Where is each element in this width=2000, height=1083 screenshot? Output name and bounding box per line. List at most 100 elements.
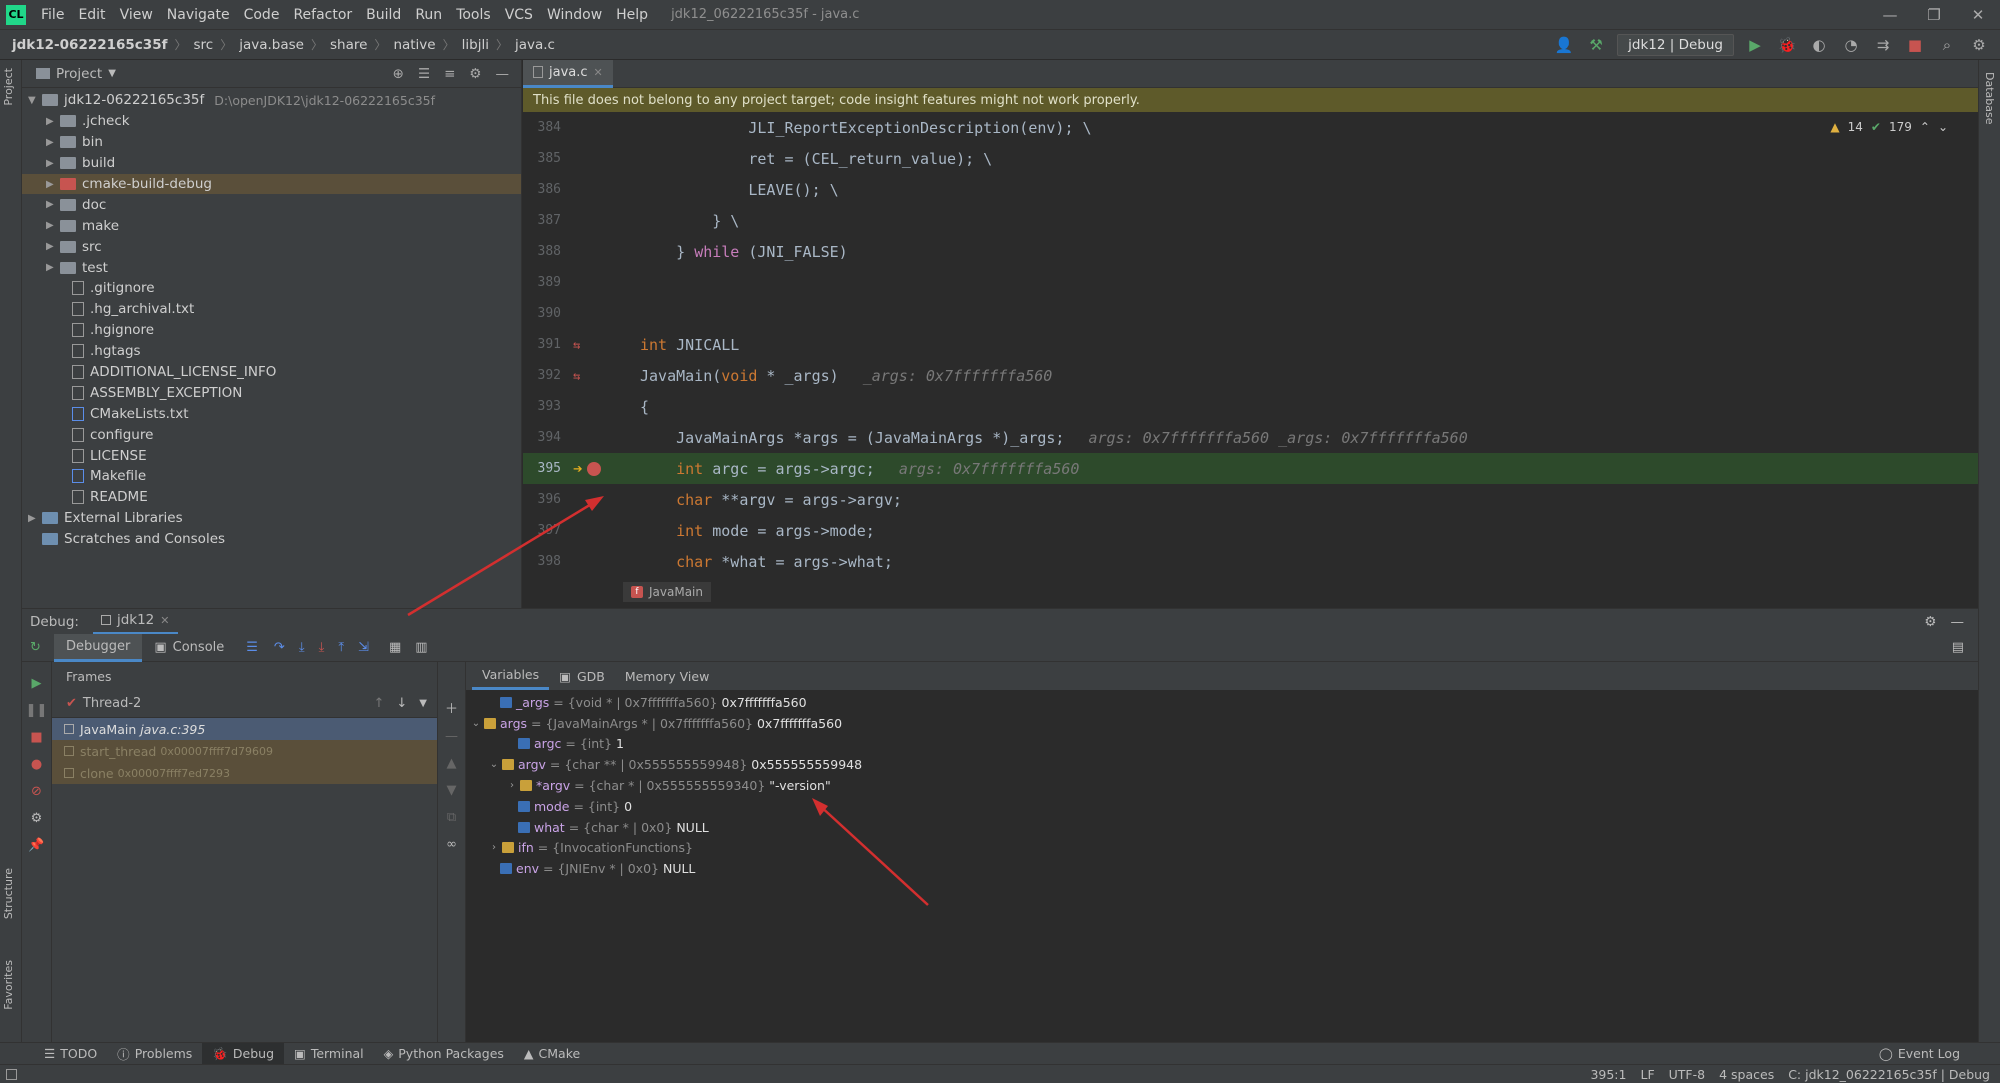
tool-todo[interactable]: ☰ TODO [34,1043,107,1065]
override-gutter-icon[interactable]: ⇆ [573,369,580,383]
chevron-down-icon[interactable]: ▼ [28,95,42,106]
variable-row[interactable]: env = {JNIEnv * | 0x0} NULL [466,858,1978,879]
step-over-icon[interactable]: ↷ [274,640,285,655]
tree-root[interactable]: ▼ jdk12-06222165c35f D:\openJDK12\jdk12-… [22,90,521,111]
close-tab-icon[interactable]: ✕ [160,614,169,627]
file-encoding[interactable]: UTF-8 [1669,1067,1705,1082]
chevron-right-icon[interactable]: › [504,780,520,791]
breadcrumb-native[interactable]: native [391,37,437,53]
menu-vcs[interactable]: VCS [498,7,540,23]
frame-row[interactable]: clone 0x00007ffff7ed7293 [52,762,437,784]
tree-item[interactable]: CMakeLists.txt [22,403,521,424]
status-icon[interactable] [6,1068,17,1080]
tool-python-packages[interactable]: ◈ Python Packages [374,1043,514,1065]
collapse-all-icon[interactable]: ≡ [444,66,455,82]
chevron-right-icon[interactable]: ▶ [28,513,42,524]
run-icon[interactable]: ▶ [1744,34,1766,56]
event-log[interactable]: ◯ Event Log [1869,1043,1970,1065]
tool-tab-database[interactable]: Database [1983,72,1996,125]
chevron-right-icon[interactable]: ▶ [46,137,60,148]
tab-gdb[interactable]: ▣ GDB [549,662,615,690]
chevron-right-icon[interactable]: › [486,842,502,853]
chevron-right-icon[interactable]: ▶ [46,158,60,169]
view-breakpoints-icon[interactable]: ● [31,757,42,772]
remove-watch-icon[interactable]: — [445,729,458,744]
layout-icon[interactable]: ▥ [415,640,427,655]
tool-debug[interactable]: 🐞 Debug [202,1042,284,1065]
show-watches-icon[interactable]: ∞ [446,837,457,852]
search-icon[interactable]: ⌕ [1936,34,1958,56]
debug-icon[interactable]: 🐞 [1776,34,1798,56]
tree-item[interactable]: ADDITIONAL_LICENSE_INFO [22,362,521,383]
tree-item[interactable]: ▶ make [22,215,521,236]
chevron-right-icon[interactable]: ▶ [46,262,60,273]
tab-variables[interactable]: Variables [472,662,550,690]
frame-up-icon[interactable]: ↑ [373,696,384,711]
tree-item[interactable]: ▶ src [22,236,521,257]
tree-item-scratches[interactable]: Scratches and Consoles [22,529,521,550]
frame-row[interactable]: JavaMain java.c:395 [52,718,437,740]
tool-terminal[interactable]: ▣ Terminal [284,1043,374,1065]
indent-setting[interactable]: 4 spaces [1719,1067,1774,1082]
coverage-icon[interactable]: ◐ [1808,34,1830,56]
variable-row[interactable]: mode = {int} 0 [466,796,1978,817]
tool-tab-structure[interactable]: Structure [2,868,15,919]
restore-layout-icon[interactable]: ▤ [1952,640,1964,655]
tree-item[interactable]: ▶ test [22,257,521,278]
gear-icon[interactable]: ⚙ [1924,614,1936,630]
copy-icon[interactable]: ⧉ [447,810,456,825]
chevron-down-icon[interactable]: ⌄ [486,759,502,770]
stop-icon[interactable]: ■ [1904,34,1926,56]
variable-row[interactable]: argc = {int} 1 [466,734,1978,755]
debug-session-tab[interactable]: jdk12 ✕ [92,609,178,635]
menu-view[interactable]: View [113,7,160,23]
breadcrumb-project[interactable]: jdk12-06222165c35f [0,37,169,53]
stop-icon[interactable]: ■ [30,730,42,745]
breadcrumb-java-c[interactable]: java.c [513,37,557,53]
tree-item[interactable]: ASSEMBLY_EXCEPTION [22,382,521,403]
force-step-into-icon[interactable]: ⤓ [319,640,325,655]
tool-tab-project[interactable]: Project [2,68,15,106]
tree-item[interactable]: .hg_archival.txt [22,299,521,320]
tree-item-external-libraries[interactable]: ▶ External Libraries [22,508,521,529]
breadcrumb-libjli[interactable]: libjli [460,37,491,53]
tree-item[interactable]: .hgtags [22,341,521,362]
gear-icon[interactable]: ⚙ [469,66,481,82]
settings-gear-icon[interactable]: ⚙ [1968,34,1990,56]
frame-down-icon[interactable]: ↓ [396,696,407,711]
tab-console[interactable]: ▣ Console [142,634,236,662]
resolve-context[interactable]: C: jdk12_06222165c35f | Debug [1788,1067,1990,1082]
chevron-right-icon[interactable]: ▶ [46,241,60,252]
menu-run[interactable]: Run [408,7,449,23]
attach-icon[interactable]: ⇉ [1872,34,1894,56]
tool-cmake[interactable]: ▲ CMake [514,1043,590,1065]
chevron-right-icon[interactable]: ▶ [46,116,60,127]
user-icon[interactable]: 👤 [1553,34,1575,56]
chevron-right-icon[interactable]: ▶ [46,199,60,210]
mute-breakpoints-icon[interactable]: ⊘ [31,784,42,799]
override-gutter-icon[interactable]: ⇆ [573,338,580,352]
tree-item[interactable]: configure [22,424,521,445]
menu-code[interactable]: Code [237,7,287,23]
hide-icon[interactable]: — [496,66,510,82]
chevron-down-icon[interactable]: ▼ [108,68,116,79]
project-panel-title[interactable]: Project [56,66,102,82]
tree-item[interactable]: ▶ .jcheck [22,111,521,132]
hide-icon[interactable]: — [1951,614,1965,630]
tree-item[interactable]: ▶ doc [22,194,521,215]
tab-debugger[interactable]: Debugger [54,633,143,662]
function-breadcrumb[interactable]: f JavaMain [623,582,711,602]
run-configuration-select[interactable]: jdk12 | Debug [1617,33,1734,56]
breadcrumb-java-base[interactable]: java.base [237,37,306,53]
show-execution-point-icon[interactable]: ☰ [246,640,258,655]
variable-row[interactable]: › ifn = {InvocationFunctions} [466,838,1978,859]
breakpoint-icon[interactable] [586,461,601,476]
tree-item[interactable]: ▶ bin [22,132,521,153]
expand-all-icon[interactable]: ☰ [418,66,430,82]
tree-item[interactable]: Makefile [22,466,521,487]
breadcrumb-src[interactable]: src [191,37,215,53]
run-to-cursor-icon[interactable]: ⇲ [358,640,369,655]
tab-memory-view[interactable]: Memory View [615,662,719,690]
chevron-right-icon[interactable]: ▶ [46,220,60,231]
close-tab-icon[interactable]: ✕ [594,66,603,79]
